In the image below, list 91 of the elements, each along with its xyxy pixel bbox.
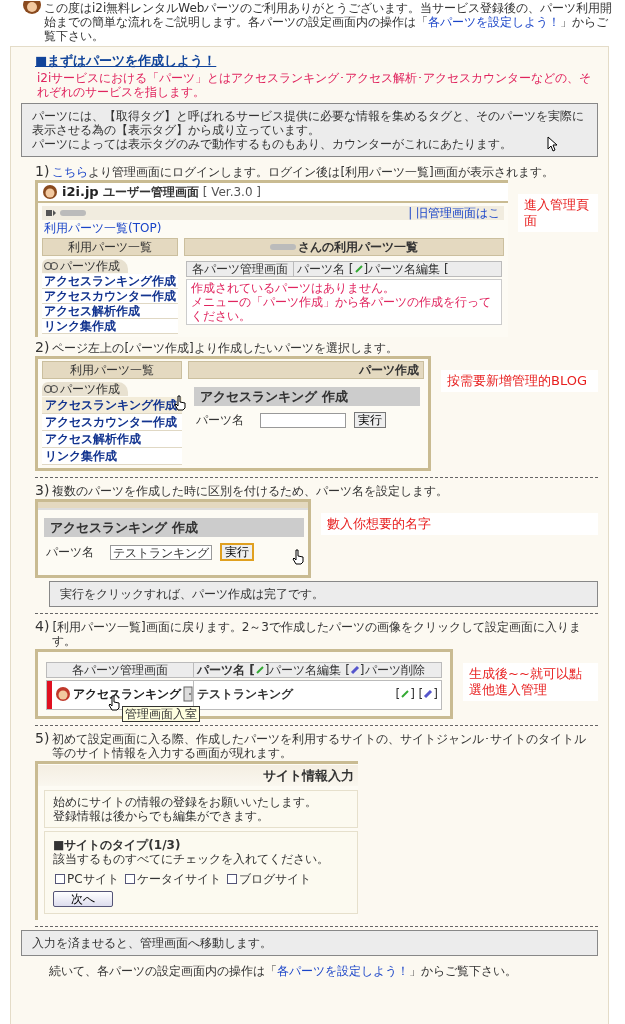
lead-text: i2iサービスにおける「パーツ」とはアクセスランキング･アクセス解析･アクセスカウンターなどの、それぞれのサービスを指します。 xyxy=(37,71,593,99)
form-title: アクセスランキング 作成 xyxy=(44,518,304,537)
field-label: パーツ名 xyxy=(196,413,245,427)
logo-text: i2i.jp xyxy=(62,185,99,199)
menu-tab[interactable]: パーツ作成 xyxy=(42,259,128,273)
next-button[interactable]: 次へ xyxy=(53,891,113,907)
group-icon xyxy=(44,261,58,271)
column-header: 各パーツ管理画面 xyxy=(47,663,194,677)
step-text: 複数のパーツを作成した時に区別を付けるため、パーツ名を設定します。 xyxy=(52,484,449,498)
group-icon xyxy=(44,384,58,394)
column-label: パーツ名 [ xyxy=(197,663,255,677)
note-text: 入力を済ませると、管理画面へ移動します。 xyxy=(32,936,272,950)
checkbox-option[interactable]: ブログサイト xyxy=(226,872,311,886)
page-title: サイト情報入力 xyxy=(263,768,354,783)
column-label: ]パーツ名編集 [ xyxy=(363,262,449,276)
step-number: 4) xyxy=(35,619,50,633)
cursor-icon xyxy=(547,136,557,152)
checkbox-option[interactable]: PCサイト xyxy=(55,872,119,886)
column-label: パーツ名 [ xyxy=(297,262,354,276)
menu-item[interactable]: アクセスランキング作成 xyxy=(42,397,182,414)
menu-item[interactable]: アクセスカウンター作成 xyxy=(42,414,182,431)
redacted-mark xyxy=(60,210,86,216)
settings-link[interactable]: 各パーツを設定しよう！ xyxy=(428,15,560,29)
form-title: アクセスランキング 作成 xyxy=(194,387,420,406)
bracket-text: [ xyxy=(395,687,401,701)
error-message: メニューの「パーツ作成」から各パーツの作成を行ってください。 xyxy=(191,295,492,323)
note-text: 実行をクリックすれば、パーツ作成は完了です。 xyxy=(60,587,324,601)
step-text: ページ左上の[パーツ作成]より作成したいパーツを選択します。 xyxy=(52,341,398,355)
info-text: 始めにサイトの情報の登録をお願いいたします。 xyxy=(53,795,318,809)
menu-item[interactable]: アクセス解析作成 xyxy=(42,304,178,319)
step-text: [利用パーツ一覧]画面に戻ります。2～3で作成したパーツの画像をクリックして設定画面に入ります。 xyxy=(52,620,582,648)
footer-text: 続いて、各パーツの設定画面内の操作は「各パーツを設定しよう！」からご覧下さい。 xyxy=(49,964,518,978)
intro-text: この度はi2i無料レンタルWebパーツのご利用ありがとうございます。当サービス登録後の、パーツ利用開始までの簡単な流れをご説明します。各パーツの設定画面内の操作は「各パーツを設定しよう！」からご覧下さい。 xyxy=(44,1,614,43)
part-name: テストランキング xyxy=(197,687,293,701)
step-text: こちら より管理画面にログインします。ログイン後は[利用パーツ一覧]画面が表示されます。 xyxy=(52,165,554,179)
monkey-icon xyxy=(42,184,58,200)
input-field[interactable]: テストランキング xyxy=(110,544,212,560)
id-icon xyxy=(46,209,56,217)
panel-title: パーツ作成 xyxy=(359,363,419,377)
input-field[interactable] xyxy=(260,412,346,428)
breadcrumb-link[interactable]: 利用パーツ一覧(TOP) xyxy=(44,221,502,235)
note-text: パーツによっては表示タグのみで動作するものもあり、カウンターがこれにあたります。 xyxy=(32,137,512,151)
panel-title: さんの利用パーツ一覧 xyxy=(298,240,418,254)
menu-item[interactable]: アクセスカウンター作成 xyxy=(42,289,178,304)
menu-header: 利用パーツ一覧 xyxy=(42,361,182,379)
login-link[interactable]: こちら xyxy=(52,165,89,179)
pencil-icon[interactable] xyxy=(400,689,411,699)
step-number: 1) xyxy=(35,164,50,178)
hand-cursor-icon xyxy=(292,549,304,565)
door-icon xyxy=(183,686,193,702)
annotation-label: 生成後~~就可以點選他進入管理 xyxy=(463,663,598,701)
info-text: 登録情報は後からでも編集ができます。 xyxy=(53,809,270,823)
checkbox-option[interactable]: ケータイサイト xyxy=(124,872,221,886)
menu-item[interactable]: リンク集作成 xyxy=(42,448,182,465)
tooltip: 管理画面入室 xyxy=(122,706,200,722)
column-label: ]パーツ削除 xyxy=(359,663,425,677)
settings-link[interactable]: 各パーツを設定しよう！ xyxy=(277,964,409,978)
menu-item[interactable]: アクセス解析作成 xyxy=(42,431,182,448)
field-label: パーツ名 xyxy=(46,545,95,559)
menu-item[interactable]: リンク集作成 xyxy=(42,319,178,334)
note-text: パーツには、【取得タグ】と呼ばれるサービス提供に必要な情報を集めるタグと、そのパーツを実際に表示させる為の【表示タグ】から成り立っています。 xyxy=(32,109,585,137)
column-label: ]パーツ名編集 [ xyxy=(264,663,350,677)
annotation-label: 數入你想要的名字 xyxy=(321,513,598,535)
form-heading: ■サイトのタイプ(1/3) xyxy=(53,838,182,852)
run-button[interactable]: 実行 xyxy=(220,543,254,561)
pencil-icon xyxy=(254,665,265,675)
version-text: [ Ver.3.0 ] xyxy=(202,185,262,199)
monkey-icon xyxy=(55,686,71,702)
section-title[interactable]: ■まずはパーツを作成しよう！ xyxy=(35,53,217,68)
step-text: 初めて設定画面に入る際、作成したパーツを利用するサイトの、サイトジャンル･サイトのタイトル等のサイト情報を入力する画面が現れます。 xyxy=(52,732,588,760)
column-header: 各パーツ管理画面 xyxy=(187,262,294,276)
redacted-mark xyxy=(270,244,296,250)
menu-tab[interactable]: パーツ作成 xyxy=(42,382,128,396)
bracket-text: ] xyxy=(433,687,438,701)
eraser-icon xyxy=(349,665,360,675)
old-admin-link[interactable]: | 旧管理画面はこ xyxy=(408,206,500,220)
app-title: ユーザー管理画面 xyxy=(102,185,199,199)
step-number: 2) xyxy=(35,340,50,354)
instruction-text: 該当するものすべてにチェックを入れてください。 xyxy=(53,852,330,866)
menu-item[interactable]: アクセスランキング作成 xyxy=(42,274,178,289)
step-number: 3) xyxy=(35,483,50,497)
bracket-text: ] [ xyxy=(410,687,424,701)
eraser-icon[interactable] xyxy=(423,689,434,699)
pencil-icon xyxy=(353,264,364,274)
run-button[interactable]: 実行 xyxy=(354,412,386,428)
menu-header: 利用パーツ一覧 xyxy=(42,238,178,256)
annotation-label: 按需要新增管理的BLOG xyxy=(441,370,598,392)
annotation-label: 進入管理頁面 xyxy=(518,194,598,232)
mascot-icon xyxy=(22,1,42,15)
error-message: 作成されているパーツはありません。 xyxy=(191,281,396,295)
step-number: 5) xyxy=(35,731,50,745)
